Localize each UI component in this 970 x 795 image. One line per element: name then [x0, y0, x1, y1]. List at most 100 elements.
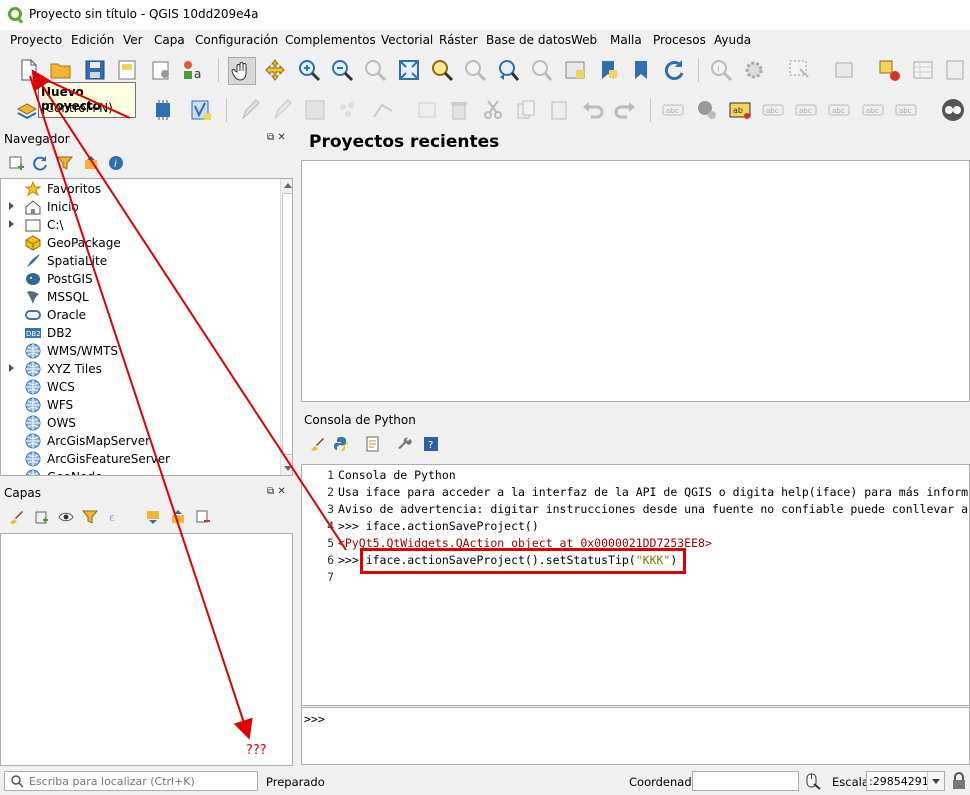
- copy-features-button[interactable]: [513, 97, 539, 123]
- filter-expression-icon[interactable]: ε: [108, 509, 124, 528]
- info-icon[interactable]: i: [108, 155, 124, 174]
- coordinate-field[interactable]: [692, 771, 799, 791]
- navigator-item-geonode[interactable]: GeoNode: [1, 468, 279, 475]
- move-label-button[interactable]: abc: [826, 97, 852, 123]
- collapse-all-layers-icon[interactable]: [170, 509, 186, 528]
- refresh-button[interactable]: [661, 57, 687, 83]
- navigator-item-wcs[interactable]: WCS: [1, 378, 279, 396]
- new-print-layout-button[interactable]: [114, 57, 140, 83]
- lock-scale-icon[interactable]: [951, 772, 967, 793]
- eye-icon[interactable]: [58, 509, 74, 528]
- recent-projects-list[interactable]: [301, 160, 970, 402]
- menu-complementos[interactable]: Complementos: [285, 33, 376, 47]
- current-edits-button[interactable]: [238, 97, 264, 123]
- highlight-pinned-labels-button[interactable]: ab: [727, 97, 753, 123]
- pin-label-button[interactable]: abc: [760, 97, 786, 123]
- navigator-item-xyz-tiles[interactable]: XYZ Tiles: [1, 360, 279, 378]
- chevron-down-icon[interactable]: [927, 772, 944, 790]
- attribute-table-button[interactable]: [910, 57, 936, 83]
- zoom-selection-button[interactable]: [429, 57, 455, 83]
- clear-console-icon[interactable]: [309, 436, 325, 455]
- show-hide-labels-button[interactable]: abc: [793, 97, 819, 123]
- collapse-all-icon[interactable]: [83, 155, 99, 174]
- open-project-button[interactable]: [48, 57, 74, 83]
- navigator-scrollbar[interactable]: [280, 179, 292, 475]
- menu-edicion[interactable]: Edición: [71, 33, 114, 47]
- python-run-icon[interactable]: [333, 436, 349, 455]
- menu-web[interactable]: Web: [571, 33, 597, 47]
- expand-arrow-icon[interactable]: [9, 220, 14, 228]
- new-map-view-button[interactable]: [562, 57, 588, 83]
- menu-ver[interactable]: Ver: [123, 33, 143, 47]
- select-by-value-button[interactable]: [832, 57, 858, 83]
- help-icon[interactable]: ?: [423, 436, 439, 455]
- navigator-item-oracle[interactable]: Oracle: [1, 306, 279, 324]
- navigator-item-arcgismapserver[interactable]: ArcGisMapServer: [1, 432, 279, 450]
- paintbrush-icon[interactable]: [8, 509, 24, 528]
- scale-combo[interactable]: :29854291: [866, 771, 945, 791]
- menu-configuracion[interactable]: Configuración: [195, 33, 278, 47]
- navigator-panel-buttons[interactable]: ⧉ ✕: [267, 132, 286, 143]
- delete-selected-button[interactable]: [446, 97, 472, 123]
- identify-button[interactable]: i: [708, 57, 734, 83]
- menu-base-de-datos[interactable]: Base de datos: [486, 33, 571, 47]
- navigator-item-arcgisfeatureserver[interactable]: ArcGisFeatureServer: [1, 450, 279, 468]
- zoom-full-button[interactable]: [396, 57, 422, 83]
- style-manager-button[interactable]: a: [180, 57, 206, 83]
- zoom-next-button[interactable]: [528, 57, 554, 83]
- layer-diagram-button[interactable]: [694, 97, 720, 123]
- add-group-icon[interactable]: [33, 509, 49, 528]
- filter-icon[interactable]: [56, 155, 74, 174]
- zoom-in-button[interactable]: [296, 57, 322, 83]
- change-label-button[interactable]: abc: [893, 97, 919, 123]
- field-calculator-button[interactable]: [942, 57, 968, 83]
- new-bookmark-button[interactable]: [595, 57, 621, 83]
- refresh-icon[interactable]: [32, 155, 48, 174]
- navigator-item-spatialite[interactable]: SpatiaLite: [1, 252, 279, 270]
- plugin-button[interactable]: [940, 97, 966, 123]
- save-project-button[interactable]: [82, 57, 108, 83]
- python-console-output[interactable]: 1 Consola de Python 2 Usa iface para accede…: [301, 464, 970, 706]
- layer-labeling-button[interactable]: abc: [660, 97, 686, 123]
- navigator-item-mssql[interactable]: MSSQL: [1, 288, 279, 306]
- undo-button[interactable]: [580, 97, 606, 123]
- menu-proyecto[interactable]: Proyecto: [10, 33, 62, 47]
- menu-capa[interactable]: Capa: [154, 33, 185, 47]
- select-features-button[interactable]: [786, 57, 812, 83]
- cut-features-button[interactable]: [480, 97, 506, 123]
- wrench-icon[interactable]: [397, 436, 413, 455]
- mouse-icon[interactable]: [803, 772, 821, 793]
- menu-malla[interactable]: Malla: [610, 33, 642, 47]
- toggle-editing-button[interactable]: [270, 97, 296, 123]
- navigator-item-db2[interactable]: DB2 DB2: [1, 324, 279, 342]
- menu-raster[interactable]: Ráster: [439, 33, 478, 47]
- locator-input[interactable]: [29, 773, 249, 789]
- add-layer-icon[interactable]: [8, 155, 24, 174]
- navigator-item-c[interactable]: C:\: [1, 216, 279, 234]
- navigator-item-postgis[interactable]: PostGIS: [1, 270, 279, 288]
- expand-all-icon[interactable]: [145, 509, 161, 528]
- zoom-out-button[interactable]: [329, 57, 355, 83]
- layers-panel-buttons[interactable]: ⧉ ✕: [267, 486, 286, 497]
- new-shapefile-button[interactable]: [188, 97, 214, 123]
- menu-vectorial[interactable]: Vectorial: [381, 33, 433, 47]
- layout-manager-button[interactable]: [148, 57, 174, 83]
- rotate-label-button[interactable]: abc: [860, 97, 886, 123]
- run-action-button[interactable]: [741, 57, 767, 83]
- navigator-item-wms-wmts[interactable]: WMS/WMTS: [1, 342, 279, 360]
- deselect-all-button[interactable]: [876, 57, 902, 83]
- modify-attributes-button[interactable]: [414, 97, 440, 123]
- navigator-item-favoritos[interactable]: Favoritos: [1, 180, 279, 198]
- menu-procesos[interactable]: Procesos: [653, 33, 706, 47]
- zoom-layer-button[interactable]: [462, 57, 488, 83]
- pan-to-selection-button[interactable]: [262, 57, 288, 83]
- redo-button[interactable]: [612, 97, 638, 123]
- zoom-native-button[interactable]: [362, 57, 388, 83]
- locator-search[interactable]: [4, 771, 258, 791]
- navigator-item-inicio[interactable]: Inicio: [1, 198, 279, 216]
- editor-icon[interactable]: [365, 436, 381, 455]
- python-console-input[interactable]: >>>: [301, 707, 970, 765]
- layers-tree[interactable]: [0, 533, 293, 766]
- processing-toolbox-button[interactable]: [150, 97, 176, 123]
- remove-layer-icon[interactable]: [195, 509, 211, 528]
